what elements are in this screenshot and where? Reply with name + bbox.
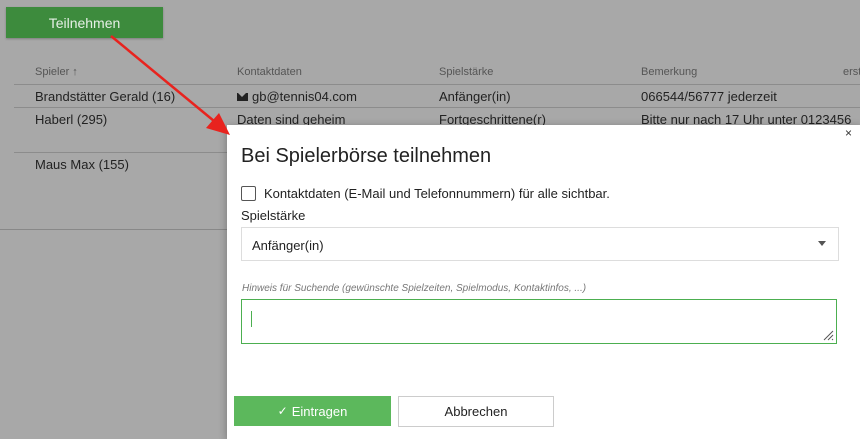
level-select[interactable]: Anfänger(in) (241, 227, 839, 261)
contact-visibility-option[interactable]: Kontaktdaten (E-Mail und Telefonnummern)… (241, 186, 610, 201)
player-name: Brandstätter Gerald (16) (35, 89, 176, 104)
table-row: Brandstätter Gerald (16) gb@tennis04.com… (14, 85, 860, 108)
remark-cell: 066544/56777 jederzeit (641, 89, 777, 104)
contact-visibility-label[interactable]: Kontaktdaten (E-Mail und Telefonnummern)… (264, 186, 610, 201)
join-button[interactable]: Teilnehmen (6, 7, 163, 38)
divider (0, 229, 230, 230)
column-header-contact[interactable]: Kontaktdaten (237, 66, 302, 78)
contact-email[interactable]: gb@tennis04.com (252, 89, 357, 104)
player-name: Haberl (295) (35, 112, 108, 127)
mail-icon (237, 93, 248, 101)
close-icon[interactable]: × (845, 126, 852, 140)
hint-textarea[interactable] (241, 299, 837, 344)
contact-visibility-checkbox[interactable] (241, 186, 256, 201)
column-header-remark[interactable]: Bemerkung (641, 66, 697, 78)
resize-handle-icon[interactable] (822, 329, 834, 341)
cancel-button[interactable]: Abbrechen (398, 396, 554, 427)
chevron-down-icon[interactable] (818, 241, 826, 246)
text-caret (251, 311, 252, 327)
player-name: Maus Max (155) (35, 157, 129, 172)
level-select-value: Anfänger(in) (252, 238, 324, 253)
check-icon: ✓ (277, 404, 288, 418)
column-header-player[interactable]: Spieler ↑ (35, 66, 78, 78)
submit-button[interactable]: ✓ Eintragen (234, 396, 391, 426)
hint-label: Hinweis für Suchende (gewünschte Spielze… (242, 283, 587, 294)
submit-label: Eintragen (291, 403, 348, 419)
level-cell: Anfänger(in) (439, 89, 511, 104)
dialog-title: Bei Spielerbörse teilnehmen (241, 145, 492, 167)
table-header: Spieler ↑ Kontaktdaten Spielstärke Bemer… (14, 58, 860, 85)
level-label: Spielstärke (241, 208, 306, 223)
column-header-extra[interactable]: erst (843, 66, 860, 78)
join-dialog: × Bei Spielerbörse teilnehmen Kontaktdat… (227, 125, 860, 439)
column-header-level[interactable]: Spielstärke (439, 66, 493, 78)
contact-cell[interactable]: gb@tennis04.com (237, 89, 357, 104)
